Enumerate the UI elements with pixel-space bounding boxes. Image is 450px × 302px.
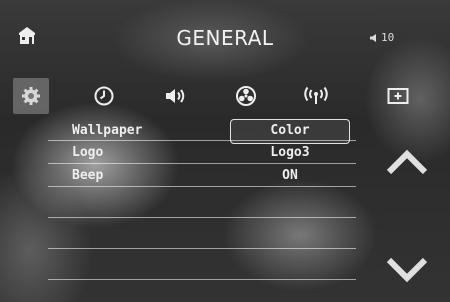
tab-settings[interactable] [13, 78, 49, 114]
chevron-down-icon [386, 257, 428, 283]
tab-sound[interactable] [158, 78, 194, 114]
wireless-icon [304, 86, 328, 104]
scroll-down-button[interactable] [385, 254, 429, 286]
volume-indicator[interactable]: 10 [369, 31, 394, 44]
scroll-up-button[interactable] [385, 146, 429, 178]
setting-row-wallpaper[interactable]: Wallpaper Color [48, 118, 356, 144]
setting-value[interactable]: ON [230, 168, 350, 183]
add-box-icon [387, 88, 409, 104]
clock-icon [94, 86, 114, 106]
header: GENERAL 10 [0, 0, 450, 66]
volume-value: 10 [381, 31, 395, 44]
speaker-icon [166, 89, 185, 103]
page-title: GENERAL [176, 26, 274, 50]
tab-wireless[interactable] [298, 78, 334, 114]
setting-label: Logo [72, 145, 104, 160]
speaker-icon [370, 33, 376, 42]
setting-row-logo[interactable]: Logo Logo3 [48, 141, 356, 164]
home-icon[interactable] [17, 26, 37, 44]
setting-value[interactable]: Logo3 [230, 145, 350, 160]
tab-bar [0, 70, 450, 120]
chevron-up-icon [386, 149, 428, 175]
gear-icon [22, 87, 40, 105]
fan-icon [236, 86, 256, 106]
setting-row-empty[interactable] [48, 218, 356, 249]
screen: GENERAL 10 Wallpaper Color Logo Logo3 Be… [0, 0, 450, 302]
tab-fan[interactable] [228, 78, 264, 114]
setting-row-empty[interactable] [48, 249, 356, 280]
tab-clock[interactable] [86, 78, 122, 114]
tab-display[interactable] [380, 78, 416, 114]
setting-label: Beep [72, 168, 104, 183]
setting-label: Wallpaper [72, 123, 143, 138]
setting-row-empty[interactable] [48, 187, 356, 218]
setting-row-beep[interactable]: Beep ON [48, 164, 356, 187]
setting-value[interactable]: Color [230, 123, 350, 138]
settings-list: Wallpaper Color Logo Logo3 Beep ON [48, 118, 356, 280]
